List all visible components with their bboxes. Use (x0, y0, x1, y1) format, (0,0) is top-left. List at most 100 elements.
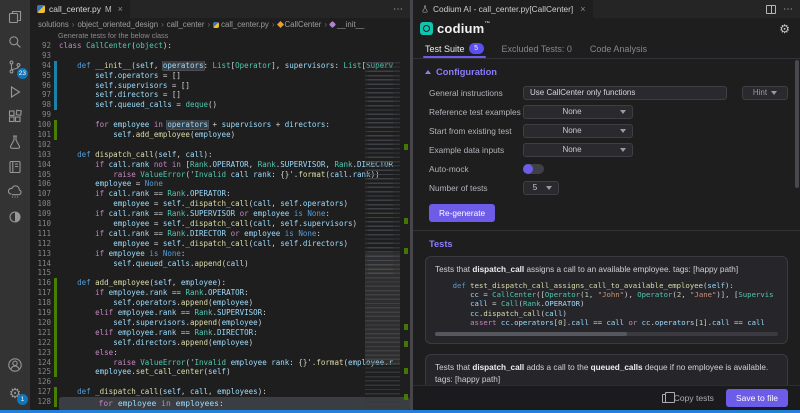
editor-panel-sash[interactable] (410, 0, 413, 410)
code-text[interactable]: raise ValueError('Invalid call rank: {}'… (59, 170, 410, 180)
code-text[interactable]: self.directors = [] (59, 90, 410, 100)
line-number: 100 (30, 120, 51, 130)
breadcrumb-item[interactable]: CallCenter (278, 20, 322, 29)
code-text[interactable]: for employee in employees: (59, 397, 410, 410)
test-card[interactable]: Tests that dispatch_call assigns a call … (425, 256, 788, 344)
code-text[interactable]: self.add_employee(employee) (59, 130, 410, 140)
panel-tab-test-suite[interactable]: Test Suite5 (425, 39, 484, 58)
code-text[interactable]: self.supervisors = [] (59, 81, 410, 91)
horizontal-scrollbar[interactable] (435, 332, 778, 336)
code-text[interactable] (59, 110, 410, 120)
code-text[interactable]: if employee.rank == Rank.OPERATOR: (59, 288, 410, 298)
test-description: Tests that dispatch_call adds a call to … (435, 362, 778, 385)
test-card[interactable]: Tests that dispatch_call adds a call to … (425, 354, 788, 385)
panel-body: Configuration General instructionsHintRe… (413, 60, 800, 385)
activity-bar-item-explorer[interactable] (0, 4, 30, 30)
close-icon[interactable]: × (118, 4, 123, 14)
code-text[interactable]: self.operators = [] (59, 71, 410, 81)
tab-call-center-py[interactable]: call_center.py M × (30, 0, 131, 18)
panel-scrollbar[interactable] (795, 60, 799, 188)
code-text[interactable]: self.queued_calls = deque() (59, 100, 410, 110)
panel-tab-code-analysis[interactable]: Code Analysis (590, 39, 647, 58)
split-editor-icon[interactable] (766, 5, 776, 14)
code-text[interactable]: self.directors.append(employee) (59, 338, 410, 348)
config-select[interactable]: None (523, 105, 633, 119)
copy-tests-button[interactable]: Copy tests (662, 393, 714, 403)
code-text[interactable]: for employee in operators + supervisors … (59, 120, 410, 130)
auto-mock-toggle[interactable] (523, 164, 544, 174)
code-text[interactable]: class CallCenter(object): (59, 41, 410, 51)
config-select[interactable]: 5 (523, 181, 559, 195)
code-text[interactable]: if call.rank == Rank.OPERATOR: (59, 189, 410, 199)
activity-bar-item-search[interactable] (0, 29, 30, 55)
tab-codium-ai[interactable]: Codium AI - call_center.py[CallCenter] × (413, 0, 593, 18)
general-instructions-input[interactable] (523, 86, 727, 100)
hint-button[interactable]: Hint (742, 86, 788, 100)
activity-bar-item-notebook[interactable] (0, 154, 30, 180)
line-number: 128 (30, 397, 51, 407)
config-label: Example data inputs (423, 145, 523, 155)
activity-bar-item-extensions[interactable] (0, 104, 30, 130)
panel-tab-label: Codium AI - call_center.py[CallCenter] (433, 4, 573, 14)
activity-bar-item-codium-ai[interactable] (0, 204, 30, 230)
code-text[interactable]: if call.rank == Rank.DIRECTOR or employe… (59, 229, 410, 239)
activity-bar-item-remote[interactable] (0, 179, 30, 205)
code-text[interactable]: employee = None (59, 179, 410, 189)
code-text[interactable]: if employee is None: (59, 249, 410, 259)
code-text[interactable]: self.supervisors.append(employee) (59, 318, 410, 328)
config-select[interactable]: None (523, 124, 633, 138)
gutter-change-indicator (54, 288, 57, 298)
test-count-badge: 5 (469, 43, 484, 54)
breadcrumb-item[interactable]: call_center.py (213, 20, 269, 29)
code-text[interactable]: def __init__(self, operators: List[Opera… (59, 61, 410, 71)
code-text[interactable] (59, 140, 410, 150)
config-select[interactable]: None (523, 143, 633, 157)
code-text[interactable]: raise ValueError('Invalid employee rank:… (59, 358, 410, 368)
minimap-slider[interactable] (365, 253, 400, 365)
code-text[interactable]: else: (59, 348, 410, 358)
code-text[interactable]: def _dispatch_call(self, call, employees… (59, 387, 410, 397)
minimap[interactable] (365, 62, 400, 408)
test-cards: Tests that dispatch_call assigns a call … (423, 256, 790, 385)
code-text[interactable]: elif employee.rank == Rank.SUPERVISOR: (59, 308, 410, 318)
code-text[interactable]: self.queued_calls.append(call) (59, 259, 410, 269)
code-text[interactable]: employee = self._dispatch_call(call, sel… (59, 219, 410, 229)
code-text[interactable]: self.operators.append(employee) (59, 298, 410, 308)
gear-icon[interactable]: ⚙ (779, 22, 790, 36)
activity-bar-item-account[interactable] (0, 352, 30, 378)
codelens-generate-tests[interactable]: Generate tests for the below class (30, 31, 410, 41)
breadcrumb-item[interactable]: object_oriented_design (77, 20, 158, 29)
breadcrumb-item[interactable]: solutions (38, 20, 69, 29)
overview-ruler[interactable] (400, 62, 410, 408)
scrollbar-slider[interactable] (435, 332, 627, 336)
code-text[interactable]: employee.set_call_center(self) (59, 367, 410, 377)
editor-more-actions-icon[interactable]: ⋯ (393, 0, 404, 18)
code-text[interactable] (59, 268, 410, 278)
panel-tab-excluded-tests-0[interactable]: Excluded Tests: 0 (502, 39, 572, 58)
copy-icon (662, 394, 670, 403)
activity-bar-item-source-control[interactable]: 23 (0, 54, 30, 80)
activity-bar-item-run-debug[interactable] (0, 79, 30, 105)
code-text[interactable] (59, 51, 410, 61)
code-text[interactable]: def dispatch_call(self, call): (59, 150, 410, 160)
close-icon[interactable]: × (580, 4, 585, 14)
activity-bar-item-testing[interactable] (0, 129, 30, 155)
code-text[interactable]: def add_employee(self, employee): (59, 278, 410, 288)
code-text[interactable]: if call.rank not in [Rank.OPERATOR, Rank… (59, 160, 410, 170)
regenerate-button[interactable]: Re-generate (429, 204, 495, 222)
code-line-116: 116 def add_employee(self, employee): (30, 278, 410, 288)
configuration-header[interactable]: Configuration (425, 67, 790, 77)
codium-logo-icon (420, 22, 433, 35)
save-to-file-button[interactable]: Save to file (726, 389, 788, 407)
code-text[interactable]: if call.rank == Rank.SUPERVISOR or emplo… (59, 209, 410, 219)
code-text[interactable]: employee = self._dispatch_call(call, sel… (59, 199, 410, 209)
tab-label: call_center.py (49, 4, 101, 14)
code-text[interactable]: employee = self._dispatch_call(call, sel… (59, 239, 410, 249)
code-text[interactable] (59, 377, 410, 387)
activity-bar-item-settings[interactable]: ⚙1 (0, 380, 30, 406)
code-text[interactable]: elif employee.rank == Rank.DIRECTOR: (59, 328, 410, 338)
run-debug-icon (7, 84, 23, 100)
breadcrumb-item[interactable]: call_center (167, 20, 205, 29)
breadcrumb-item[interactable]: __init__ (330, 20, 364, 29)
panel-more-actions-icon[interactable]: ⋯ (783, 4, 794, 15)
